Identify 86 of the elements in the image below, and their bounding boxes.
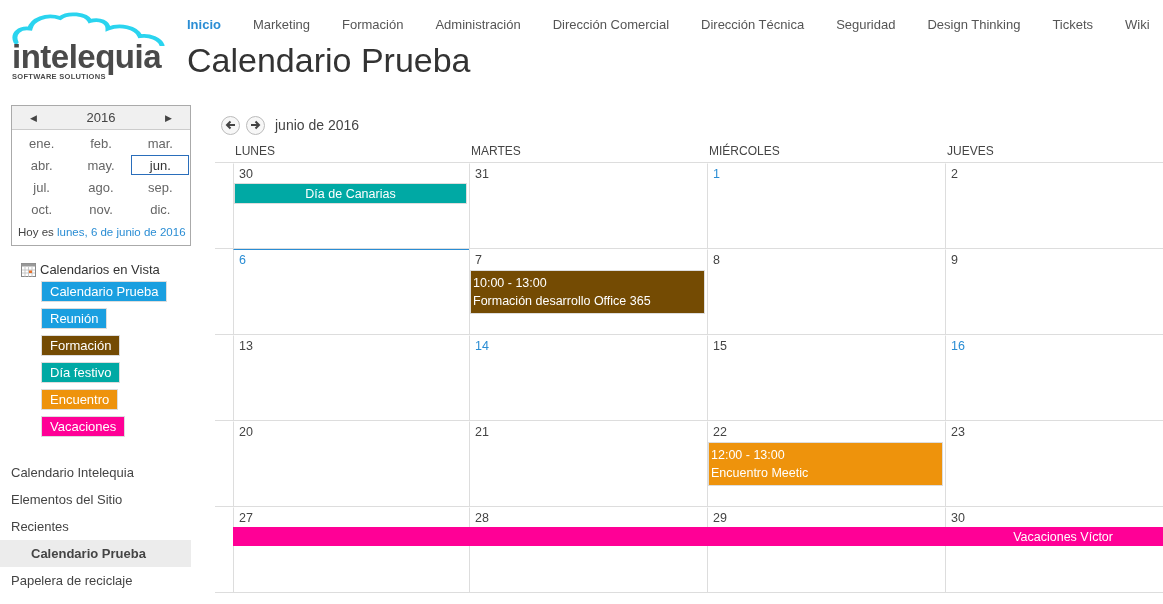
day-cell[interactable]: 2 (945, 163, 1163, 248)
day-cell[interactable]: 21 (469, 421, 707, 506)
event-title: Encuentro Meetic (711, 466, 810, 480)
day-number: 15 (713, 339, 727, 353)
day-number: 1 (713, 167, 720, 181)
calendar-legend-tag[interactable]: Formación (41, 335, 121, 356)
arrow-right-icon (250, 120, 261, 130)
month-option[interactable]: mar. (131, 133, 190, 153)
top-nav-link[interactable]: Wiki (1125, 17, 1150, 34)
day-number: 23 (951, 425, 965, 439)
calendar-icon (21, 262, 36, 277)
quick-launch-link[interactable]: Calendario Intelequia (0, 459, 191, 486)
top-nav-link[interactable]: Administración (435, 17, 521, 34)
day-cell[interactable]: 8 (707, 249, 945, 334)
weekday-header: LUNES (234, 143, 276, 160)
month-option[interactable]: nov. (72, 199, 130, 219)
day-number: 20 (239, 425, 253, 439)
top-nav-link[interactable]: Design Thinking (927, 17, 1021, 34)
day-cell[interactable]: 15 (707, 335, 945, 420)
day-cell[interactable]: 20 (233, 421, 469, 506)
page-title: Calendario Prueba (187, 40, 472, 80)
day-cell[interactable]: 9 (945, 249, 1163, 334)
calendar-event[interactable]: 10:00 - 13:00 Formación desarrollo Office 365 (470, 270, 705, 314)
day-cell[interactable]: 13 (233, 335, 469, 420)
day-number: 29 (713, 511, 727, 525)
day-cell[interactable]: 1 (707, 163, 945, 248)
day-number: 2 (951, 167, 958, 181)
day-cell[interactable]: 31 (469, 163, 707, 248)
day-number: 30 (239, 167, 253, 181)
day-number: 14 (475, 339, 489, 353)
day-number: 22 (713, 425, 727, 439)
month-option[interactable]: oct. (12, 199, 71, 219)
day-number: 9 (951, 253, 958, 267)
calendars-in-view-title: Calendarios en Vista (40, 262, 160, 277)
event-time: 12:00 - 13:00 (711, 448, 786, 462)
day-number: 7 (475, 253, 482, 267)
top-nav-link[interactable]: Seguridad (836, 17, 896, 34)
day-number: 16 (951, 339, 965, 353)
top-nav-link[interactable]: Dirección Técnica (701, 17, 805, 34)
today-label: Hoy es (18, 226, 54, 238)
day-cell[interactable]: 16 (945, 335, 1163, 420)
next-year-button[interactable]: ▶ (165, 112, 172, 123)
day-number: 8 (713, 253, 720, 267)
calendar-legend-tag[interactable]: Vacaciones (41, 416, 126, 437)
day-number: 27 (239, 511, 253, 525)
day-number: 13 (239, 339, 253, 353)
month-label: junio de 2016 (275, 117, 360, 133)
day-cell[interactable]: 14 (469, 335, 707, 420)
quick-launch-link[interactable]: Elementos del Sitio (0, 486, 191, 513)
quick-launch-link[interactable]: Papelera de reciclaje (0, 567, 191, 594)
top-nav-link[interactable]: Formación (342, 17, 404, 34)
year-label: 2016 (86, 110, 116, 125)
event-title: Formación desarrollo Office 365 (473, 294, 652, 308)
quick-launch-link[interactable]: Recientes (0, 513, 191, 540)
month-option[interactable]: abr. (12, 155, 71, 175)
quick-launch-link[interactable]: Calendario Prueba (0, 540, 191, 567)
weekday-header: MARTES (470, 143, 522, 160)
top-nav-link[interactable]: Marketing (252, 17, 311, 34)
month-option[interactable]: sep. (131, 177, 190, 197)
cloud-icon (10, 12, 165, 46)
calendar-event[interactable]: Vacaciones Víctor (233, 527, 1163, 546)
event-time: 10:00 - 13:00 (473, 276, 548, 290)
day-number: 21 (475, 425, 489, 439)
today-link[interactable]: lunes, 6 de junio de 2016 (57, 226, 186, 238)
day-number: 28 (475, 511, 489, 525)
month-option[interactable]: may. (72, 155, 130, 175)
next-month-button[interactable] (246, 115, 265, 135)
weekday-header: JUEVES (946, 143, 995, 160)
day-number: 6 (239, 253, 246, 267)
top-nav-link[interactable]: Dirección Comercial (552, 17, 670, 34)
month-option[interactable]: dic. (131, 199, 190, 219)
previous-year-button[interactable]: ◀ (30, 112, 37, 123)
top-nav-link[interactable]: Inicio (187, 17, 221, 34)
previous-month-button[interactable] (221, 115, 240, 135)
month-option[interactable]: ago. (72, 177, 130, 197)
month-option[interactable]: jun. (131, 155, 190, 175)
day-number: 31 (475, 167, 489, 181)
arrow-left-icon (225, 120, 236, 130)
weekday-header: MIÉRCOLES (708, 143, 781, 160)
day-number: 30 (951, 511, 965, 525)
month-option[interactable]: feb. (72, 133, 130, 153)
month-option[interactable]: jul. (12, 177, 71, 197)
day-cell[interactable]: 6 (233, 249, 469, 334)
day-cell[interactable]: 23 (945, 421, 1163, 506)
top-nav-link[interactable]: Tickets (1052, 17, 1094, 34)
month-option[interactable]: ene. (12, 133, 71, 153)
